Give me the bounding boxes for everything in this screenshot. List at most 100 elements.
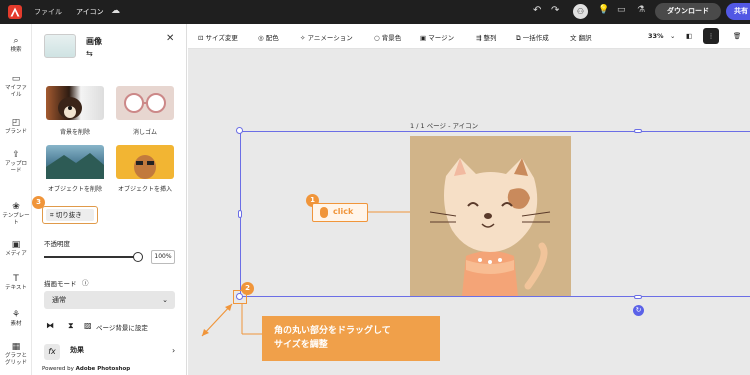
eraser-thumbnail[interactable] (116, 86, 174, 120)
resize-handle-top[interactable] (634, 129, 642, 133)
rail-item-template[interactable]: ❀ テンプレート (0, 202, 32, 227)
brand-icon: ◰ (11, 118, 21, 128)
document-name[interactable]: アイコン (76, 7, 104, 17)
resize-handle-top-left[interactable] (236, 127, 243, 134)
toolbar-color[interactable]: ◎ 配色 (258, 32, 279, 42)
flip-vertical-icon[interactable]: ⧗ (68, 321, 74, 331)
rail-label: アップロード (5, 161, 28, 174)
bgcolor-label: 背景色 (381, 34, 402, 42)
resize-label: サイズ変更 (205, 34, 238, 42)
rail-item-upload[interactable]: ⇪ アップロード (0, 150, 32, 175)
page-background-icon[interactable]: ▨ (84, 321, 92, 330)
rail-label: テキスト (5, 285, 27, 291)
rail-item-brand[interactable]: ◰ ブランド (0, 118, 32, 136)
undo-icon[interactable]: ↶ (533, 5, 541, 16)
insert-object-thumbnail[interactable] (116, 145, 174, 179)
user-add-icon[interactable]: ⚇ (573, 4, 588, 19)
search-icon: ⌕ (13, 36, 19, 46)
rail-item-myfiles[interactable]: ▭ マイファイル (0, 74, 32, 99)
click-callout: click (312, 203, 368, 222)
opacity-slider-track[interactable] (44, 256, 139, 258)
resize-handle-bottom[interactable] (634, 295, 642, 299)
page-label: 1 / 1 ページ - アイコン (410, 122, 479, 130)
close-icon[interactable]: ✕ (166, 33, 174, 44)
template-icon: ❀ (12, 202, 20, 212)
lightbulb-icon[interactable]: 💡 (598, 5, 609, 15)
folder-icon: ▭ (11, 74, 21, 84)
chevron-right-icon[interactable]: › (172, 346, 175, 355)
zoom-level[interactable]: 33% (648, 32, 664, 40)
toolbar-translate[interactable]: 文 翻訳 (570, 32, 592, 42)
chart-icon: ▦ (11, 342, 21, 352)
effects-label[interactable]: 効果 (70, 345, 84, 355)
tip-line-2: サイズを調整 (274, 340, 328, 350)
rotate-icon[interactable]: ↻ (633, 305, 644, 316)
elements-icon: ⚘ (11, 310, 21, 320)
info-icon[interactable]: ⓘ (82, 277, 89, 287)
remove-background-label: 背景を削除 (59, 129, 90, 136)
flask-icon[interactable]: ⚗ (637, 5, 645, 15)
dog-with-glasses-icon (134, 155, 156, 179)
translate-label: 翻訳 (578, 34, 592, 42)
align-label: 整列 (483, 34, 497, 42)
rail-item-charts[interactable]: ▦ グラフとグリッド (0, 342, 32, 367)
rail-label: 素材 (10, 321, 22, 327)
app-logo-icon[interactable] (8, 5, 22, 19)
toolbar-margin[interactable]: ▣ マージン (420, 32, 454, 42)
layers-icon[interactable]: ◧ (686, 32, 692, 40)
replace-icon[interactable]: ⇆ (86, 49, 93, 58)
rail-label: ブランド (4, 129, 27, 135)
rail-label: テンプレート (2, 213, 30, 226)
remove-object-label: オブジェクトを削除 (47, 186, 102, 193)
glasses-icon (124, 93, 166, 113)
upload-icon: ⇪ (12, 150, 20, 160)
blend-mode-select[interactable]: 通常 ⌄ (44, 291, 175, 309)
insert-object-label: オブジェクトを挿入 (117, 186, 172, 193)
rail-item-elements[interactable]: ⚘ 素材 (0, 310, 32, 328)
download-button[interactable]: ダウンロード (655, 3, 721, 20)
toolbar-animation[interactable]: ✧ アニメーション (300, 32, 353, 42)
rail-item-media[interactable]: ▣ メディア (0, 240, 32, 258)
comment-icon[interactable]: ▭ (617, 5, 626, 15)
cloud-icon: ☁ (111, 6, 120, 16)
rail-item-text[interactable]: T テキスト (0, 274, 32, 292)
panel-title: 画像 (86, 37, 102, 46)
remove-object-thumbnail[interactable] (46, 145, 104, 179)
toolbar-bulk-create[interactable]: ⧉ 一括作成 (516, 32, 549, 43)
opacity-value-field[interactable]: 100% (151, 250, 175, 264)
animation-label: アニメーション (307, 34, 353, 42)
flip-horizontal-icon[interactable]: ⧓ (46, 321, 54, 330)
trash-icon[interactable]: 🗑 (733, 32, 741, 40)
tip-line-1: 角の丸い部分をドラッグして (274, 326, 391, 336)
eraser-label: 消しゴム (132, 129, 157, 136)
blend-mode-value: 通常 (52, 296, 66, 304)
rail-item-search[interactable]: ⌕ 検索 (0, 36, 32, 54)
powered-brand: Adobe Photoshop (75, 366, 131, 372)
toolbar-bgcolor[interactable]: ○ 背景色 (374, 32, 401, 42)
properties-icon[interactable]: ⋮ (703, 28, 719, 44)
powered-prefix: Powered by (42, 366, 76, 372)
set-page-background-button[interactable]: ページ背景に設定 (96, 322, 148, 332)
toolbar-resize[interactable]: ⊡ サイズ変更 (198, 32, 238, 42)
chevron-down-icon: ⌄ (162, 296, 168, 304)
redo-icon[interactable]: ↷ (551, 5, 559, 16)
rail-label: マイファイル (5, 85, 28, 98)
crop-button[interactable]: ⌗ 切り抜き (42, 206, 98, 224)
crop-label: 切り抜き (55, 211, 82, 219)
mouse-icon (320, 207, 328, 218)
step-badge-2: 2 (241, 282, 254, 295)
selected-image-thumbnail (44, 34, 76, 58)
remove-background-thumbnail[interactable] (46, 86, 104, 120)
top-bar: ファイル アイコン ☁ ↶ ↷ ⚇ 💡 ▭ ⚗ ダウンロード 共有 (0, 0, 750, 24)
file-menu[interactable]: ファイル (34, 7, 62, 17)
blend-mode-label: 描画モード (44, 280, 77, 288)
crop-button-inner: ⌗ 切り抜き (46, 209, 94, 221)
toolbar-align[interactable]: ⇶ 整列 (476, 32, 497, 42)
effects-icon[interactable]: fx (44, 344, 60, 360)
opacity-slider-knob[interactable] (133, 252, 143, 262)
chevron-down-icon[interactable]: ⌄ (670, 32, 675, 40)
rail-label: 検索 (10, 47, 22, 53)
share-button[interactable]: 共有 (726, 3, 750, 20)
step-badge-3: 3 (32, 196, 45, 209)
left-rail: ⌕ 検索 ▭ マイファイル ◰ ブランド ⇪ アップロード ❀ テンプレート ▣… (0, 24, 32, 375)
